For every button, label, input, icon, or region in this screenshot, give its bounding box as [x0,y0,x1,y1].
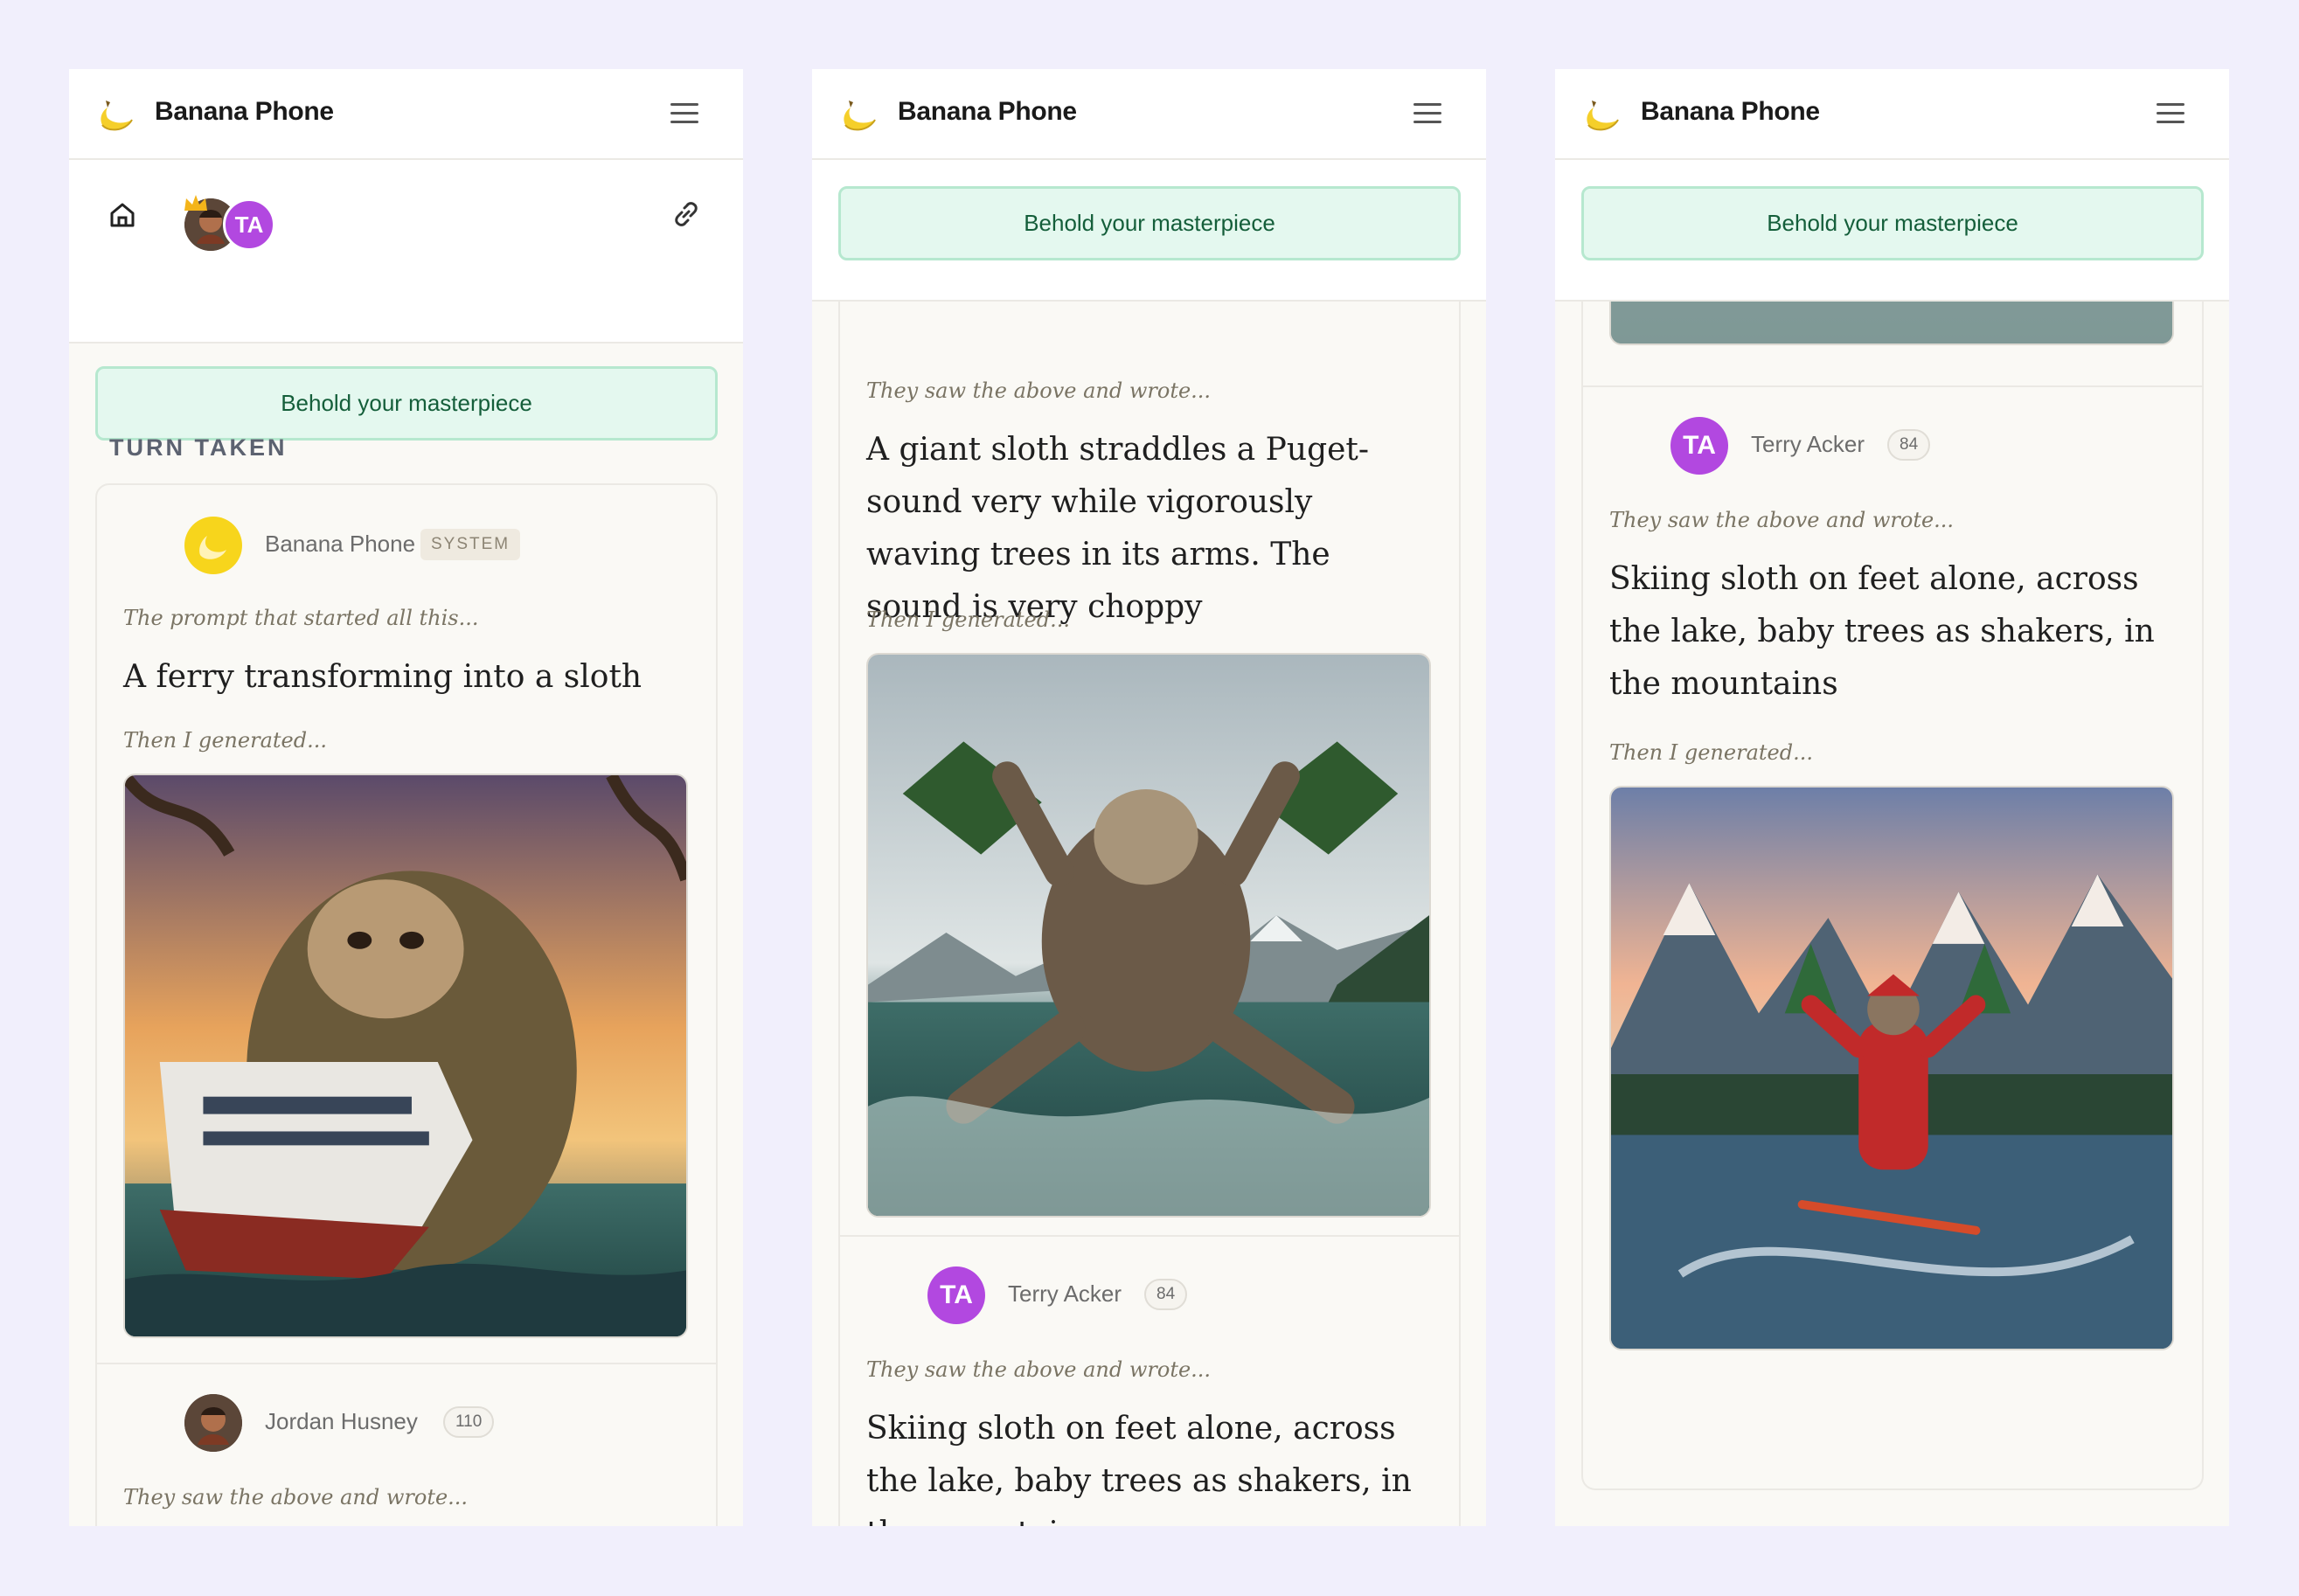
app-title: Banana Phone [898,97,1077,126]
banana-icon [1587,101,1619,131]
turn-intro-caption: The prompt that started all this... [123,606,479,630]
system-badge: SYSTEM [420,529,521,560]
score-badge: 84 [1144,1279,1188,1310]
app-header: Banana Phone [812,69,1486,160]
hamburger-menu-icon[interactable] [670,101,698,126]
turn-segment-terry: TA Terry Acker 84 They saw the above and… [1583,387,2202,1401]
turn-prompt: Skiing sloth on feet alone, across the l… [866,1411,1412,1526]
avatar-ta: TA [927,1266,985,1324]
turn-intro-caption: They saw the above and wrote... [1609,508,1955,532]
hamburger-menu-icon[interactable] [2157,101,2184,126]
author-name: Terry Acker [1751,431,1865,457]
turn-intro-caption: They saw the above and wrote... [866,378,1212,403]
phone-screen-1: Banana Phone TA Behold your masterpiece … [69,69,743,1526]
crown-icon [184,195,207,211]
score-badge: 84 [1887,429,1931,461]
home-icon[interactable] [108,200,137,230]
turn-prompt: A ferry transforming into a sloth [123,659,642,695]
generated-caption: Then I generated... [866,607,1070,632]
turn-intro-caption: They saw the above and wrote... [866,1357,1212,1382]
sticky-action-bar: Behold your masterpiece [812,160,1486,302]
turn-segment-jordan: They saw the above and wrote... A giant … [840,228,1459,1218]
score-badge: 110 [443,1406,495,1438]
turn-card: They saw the above and wrote... A giant … [838,226,1461,1526]
banana-avatar [184,517,242,574]
sloth-puget-sound-image[interactable] [866,653,1431,1218]
author-name: Banana Phone [265,531,416,557]
turn-segment-terry: TA Terry Acker 84 They saw the above and… [840,1237,1459,1526]
avatar-ta: TA [223,198,275,251]
author-name: Jordan Husney [265,1408,418,1434]
hamburger-menu-icon[interactable] [1413,101,1441,126]
turn-segment-system: Banana Phone SYSTEM The prompt that star… [97,485,716,1363]
avatar-ta: TA [1670,417,1728,475]
app-title: Banana Phone [1641,97,1820,126]
avatar-jordan [184,1394,242,1452]
app-header: Banana Phone [69,69,743,160]
phone-screen-2: Banana Phone Behold your masterpiece The… [812,69,1486,1526]
phone-screen-3: Banana Phone Behold your masterpiece TA … [1555,69,2229,1526]
generated-caption: Then I generated... [1609,740,1813,765]
link-icon[interactable] [670,198,702,230]
behold-masterpiece-button[interactable]: Behold your masterpiece [838,186,1461,260]
game-toolbar: TA Behold your masterpiece [69,160,743,441]
sticky-action-bar: Behold your masterpiece [1555,160,2229,302]
banana-icon [101,101,133,131]
banana-icon [844,101,876,131]
turn-card: Banana Phone SYSTEM The prompt that star… [95,483,718,1526]
turn-prompt: A giant sloth straddles a Puget-sound ve… [866,432,1370,625]
section-title: TURN TAKEN [109,434,288,461]
behold-masterpiece-button[interactable]: Behold your masterpiece [1581,186,2204,260]
generated-caption: Then I generated... [123,728,327,753]
turn-prompt: Skiing sloth on feet alone, across the l… [1609,561,2155,702]
turn-intro-caption: They saw the above and wrote... [123,1485,469,1509]
participant-avatars[interactable]: TA [183,193,288,251]
turn-segment-jordan: Jordan Husney 110 They saw the above and… [97,1364,716,1526]
skiing-sloth-image[interactable] [1609,786,2174,1350]
app-header: Banana Phone [1555,69,2229,160]
app-title: Banana Phone [155,97,334,126]
behold-masterpiece-button[interactable]: Behold your masterpiece [95,366,718,441]
sloth-ferry-image[interactable] [123,774,688,1338]
author-name: Terry Acker [1008,1280,1122,1307]
